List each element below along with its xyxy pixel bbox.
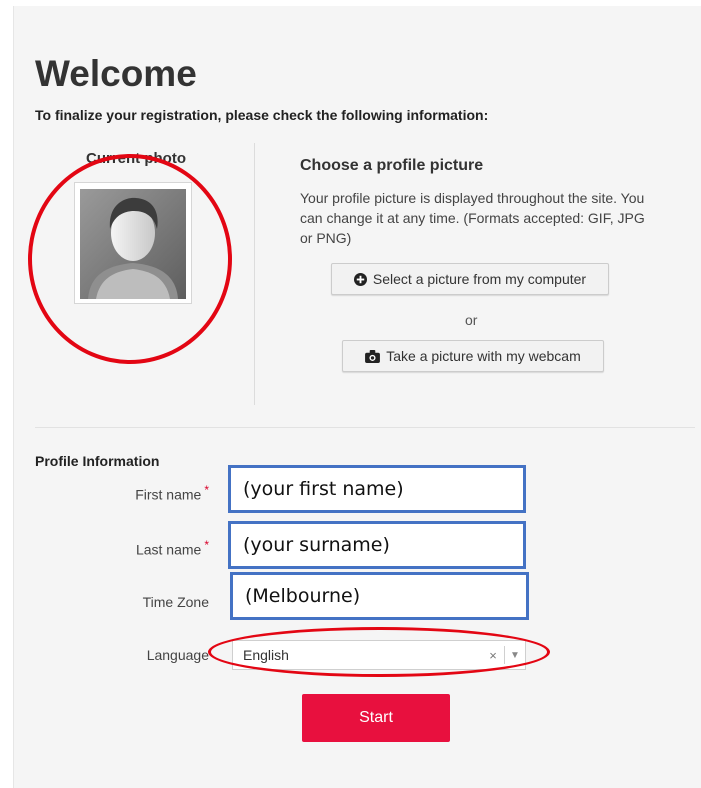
page-title: Welcome xyxy=(35,53,197,94)
profile-information-title: Profile Information xyxy=(35,453,160,469)
registration-panel: Welcome To finalize your registration, p… xyxy=(13,6,701,788)
plus-circle-icon xyxy=(353,272,367,286)
webcam-picture-label: Take a picture with my webcam xyxy=(386,348,581,364)
choose-picture-description: Your profile picture is displayed throug… xyxy=(300,190,645,246)
last-name-label: Last name * xyxy=(59,538,209,558)
time-zone-label: Time Zone xyxy=(142,594,209,610)
page-subtitle: To finalize your registration, please ch… xyxy=(35,107,489,123)
default-avatar-icon xyxy=(80,189,186,299)
chevron-down-icon[interactable]: ▼ xyxy=(505,650,525,661)
camera-icon xyxy=(365,349,381,363)
last-name-value: (your surname) xyxy=(243,534,390,556)
clear-icon[interactable]: × xyxy=(482,648,504,663)
time-zone-value: (Melbourne) xyxy=(245,585,361,607)
first-name-label-text: First name xyxy=(135,486,202,503)
language-value: English xyxy=(243,647,289,663)
or-separator: or xyxy=(465,312,478,328)
last-name-label-text: Last name xyxy=(135,541,202,558)
required-marker: * xyxy=(204,483,209,497)
vertical-divider xyxy=(254,143,255,405)
time-zone-field[interactable]: (Melbourne) xyxy=(230,572,529,620)
select-picture-label: Select a picture from my computer xyxy=(372,271,587,287)
required-marker: * xyxy=(204,538,209,552)
current-photo xyxy=(74,182,192,304)
select-picture-button[interactable]: Select a picture from my computer xyxy=(331,263,609,295)
current-photo-label: Current photo xyxy=(86,150,186,167)
start-button[interactable]: Start xyxy=(302,694,450,742)
choose-picture-title: Choose a profile picture xyxy=(300,157,484,174)
section-divider xyxy=(35,427,695,428)
first-name-label: First name * xyxy=(59,483,209,503)
last-name-field[interactable]: (your surname) xyxy=(228,521,526,569)
language-label: Language xyxy=(146,647,209,663)
first-name-field[interactable]: (your first name) xyxy=(228,465,526,513)
language-select[interactable]: English × ▼ xyxy=(232,640,526,670)
webcam-picture-button[interactable]: Take a picture with my webcam xyxy=(342,340,604,372)
first-name-value: (your first name) xyxy=(243,478,404,500)
